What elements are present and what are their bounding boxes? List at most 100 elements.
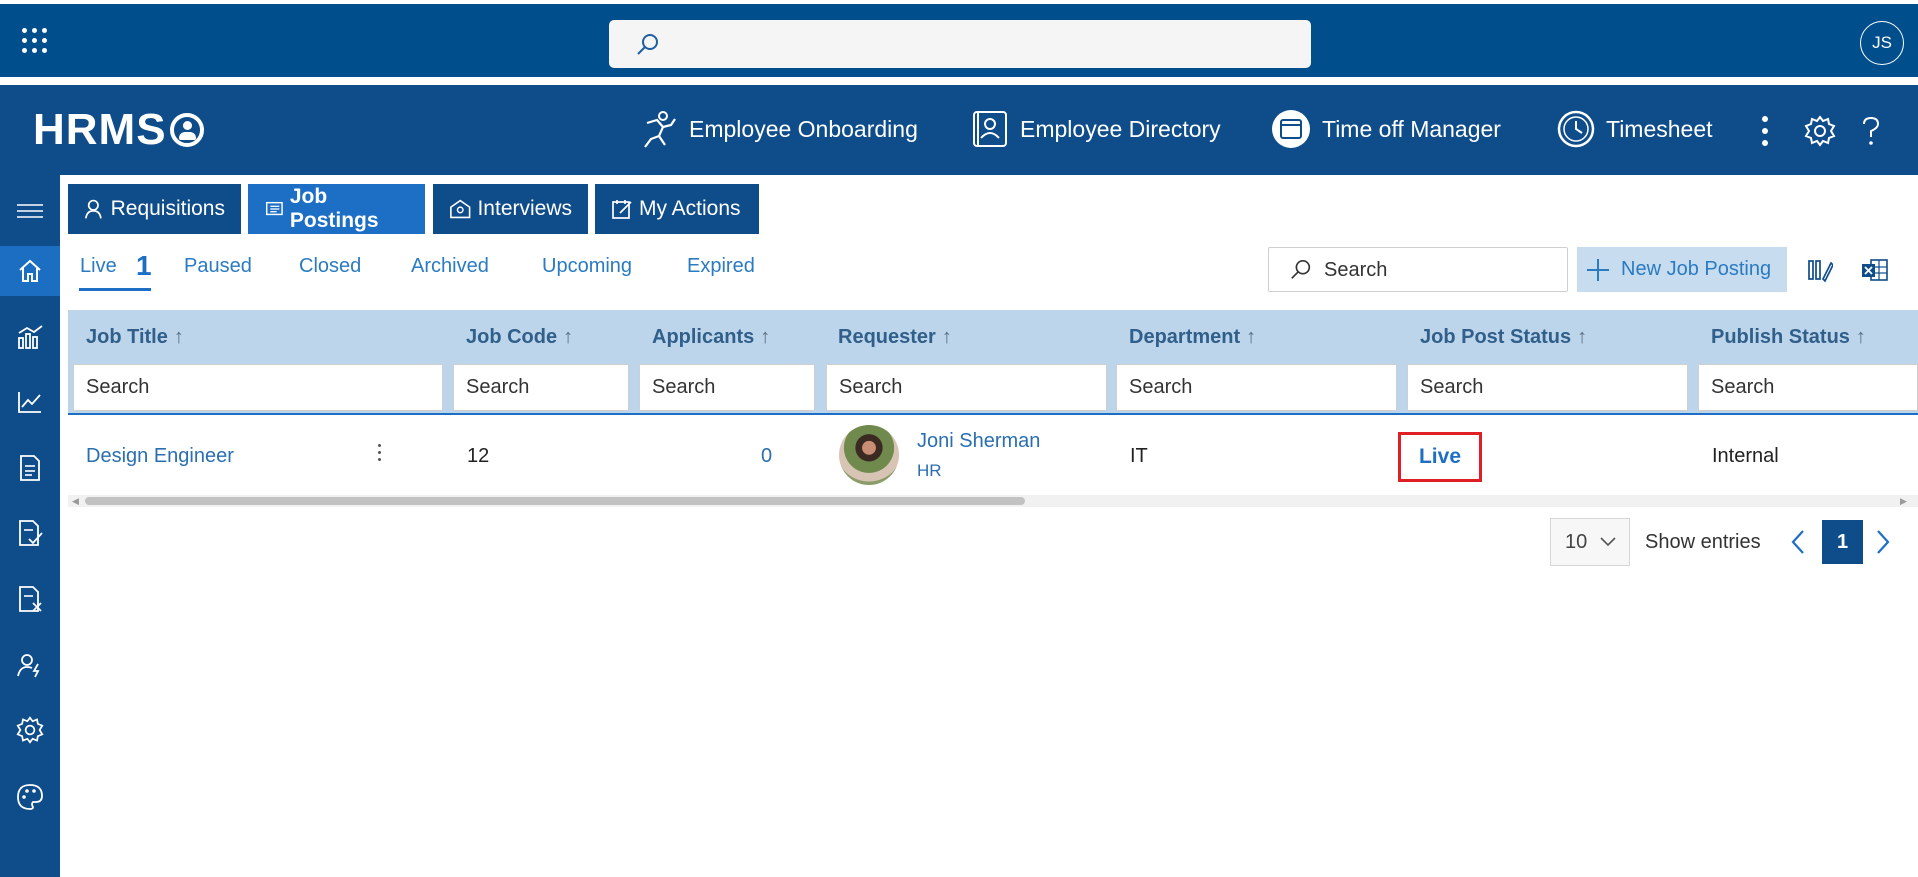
help-icon[interactable] [1860,115,1882,147]
active-subtab-indicator [79,288,151,291]
menu-icon[interactable] [0,186,60,236]
chevron-right-icon[interactable] [1875,528,1891,556]
tab-job-postings[interactable]: Job Postings [248,184,425,234]
global-search-input[interactable] [609,20,1311,68]
tab-requisitions[interactable]: Requisitions [68,184,241,234]
directory-icon [973,111,1007,147]
subtab-expired[interactable]: Expired [687,255,755,278]
home-icon[interactable] [0,246,60,296]
filter-job-post-status[interactable]: Search [1407,364,1688,411]
left-rail [0,175,60,877]
divider [0,77,1918,85]
col-department[interactable]: Department ↑ [1129,326,1256,349]
search-icon [1291,259,1311,279]
app-logo[interactable]: HRMS [33,105,204,155]
postings-search-input[interactable]: Search [1268,247,1568,292]
col-job-code[interactable]: Job Code ↑ [466,326,573,349]
col-applicants[interactable]: Applicants ↑ [652,326,770,349]
col-requester[interactable]: Requester ↑ [838,326,952,349]
nav-label: Employee Directory [1020,115,1221,142]
calendar-icon [1272,110,1310,148]
scroll-right-icon[interactable]: ▶ [1900,496,1907,507]
tab-interviews[interactable]: Interviews [433,184,588,234]
document-remove-icon[interactable] [0,574,60,624]
line-chart-icon[interactable] [0,377,60,427]
analytics-icon[interactable] [0,312,60,362]
logo-person-icon [169,113,204,147]
show-entries-label: Show entries [1645,531,1761,553]
job-code-value: 12 [467,445,490,467]
row-more-icon[interactable] [375,444,383,466]
user-avatar[interactable]: JS [1860,21,1904,65]
col-job-post-status[interactable]: Job Post Status ↑ [1420,326,1587,349]
tab-label: Requisitions [110,197,225,220]
person-icon [85,199,102,219]
chevron-left-icon[interactable] [1790,528,1806,556]
interview-icon [450,199,471,219]
tab-label: Interviews [477,197,572,220]
nav-employee-directory[interactable]: Employee Directory [970,107,1221,151]
nav-timesheet[interactable]: Timesheet [1556,107,1713,151]
scroll-left-icon[interactable]: ◀ [72,496,79,507]
new-job-posting-button[interactable]: New Job Posting [1577,247,1787,292]
app-launcher-icon[interactable] [22,28,48,54]
page-size-select[interactable]: 10 [1550,518,1630,566]
filter-applicants[interactable]: Search [639,364,815,411]
clock-icon [1557,110,1595,148]
filter-requester[interactable]: Search [826,364,1107,411]
applicants-link[interactable]: 0 [761,445,772,468]
tab-my-actions[interactable]: My Actions [595,184,759,234]
excel-export-icon[interactable] [1861,257,1889,283]
table-header [68,310,1918,361]
department-value: IT [1130,445,1148,467]
col-job-title[interactable]: Job Title ↑ [86,326,184,349]
filter-publish-status[interactable]: Search [1698,364,1918,411]
tab-label: Job Postings [289,185,379,232]
subtab-paused[interactable]: Paused [184,255,252,278]
new-button-label: New Job Posting [1621,258,1772,280]
person-lightning-icon[interactable] [0,640,60,690]
subtab-upcoming[interactable]: Upcoming [542,255,632,278]
postings-icon [265,201,283,216]
publish-status-value: Internal [1712,445,1779,467]
gear-icon[interactable] [0,705,60,755]
requester-dept: HR [917,461,942,480]
running-person-icon [644,111,676,148]
nav-label: Timesheet [1606,115,1713,142]
suite-bar: JS [0,0,1918,77]
chevron-down-icon [1600,537,1616,547]
filter-job-code[interactable]: Search [453,364,629,411]
tab-label: My Actions [639,197,741,220]
requester-avatar [839,425,899,485]
palette-icon[interactable] [0,772,60,822]
job-post-status-value[interactable]: Live [1398,432,1482,482]
actions-icon [612,200,632,219]
current-page-button[interactable]: 1 [1822,520,1863,564]
job-title-link[interactable]: Design Engineer [86,445,234,468]
nav-employee-onboarding[interactable]: Employee Onboarding [637,107,918,151]
nav-label: Time off Manager [1322,115,1501,142]
app-header: HRMS Employee Onboarding Employee Direct… [0,85,1918,175]
search-placeholder: Search [1324,259,1388,281]
scrollbar-thumb[interactable] [85,497,1025,505]
requester-name-link[interactable]: Joni Sherman [917,430,1040,453]
divider [68,413,1918,415]
subtab-archived[interactable]: Archived [411,255,489,278]
more-vertical-icon[interactable] [1755,115,1775,147]
col-publish-status[interactable]: Publish Status ↑ [1711,326,1866,349]
search-icon [637,34,658,55]
subtab-closed[interactable]: Closed [299,255,361,278]
filter-department[interactable]: Search [1116,364,1397,411]
nav-time-off-manager[interactable]: Time off Manager [1270,107,1501,151]
nav-label: Employee Onboarding [689,115,918,142]
plus-icon [1587,258,1609,281]
logo-text: HRMS [33,105,167,154]
filter-job-title[interactable]: Search [73,364,443,411]
live-count-badge: 1 [136,250,152,281]
document-icon[interactable] [0,443,60,493]
page-size-value: 10 [1565,531,1588,553]
gear-icon[interactable] [1804,115,1836,147]
subtab-live[interactable]: Live [80,255,117,278]
document-check-icon[interactable] [0,508,60,558]
edit-columns-icon[interactable] [1807,257,1833,283]
